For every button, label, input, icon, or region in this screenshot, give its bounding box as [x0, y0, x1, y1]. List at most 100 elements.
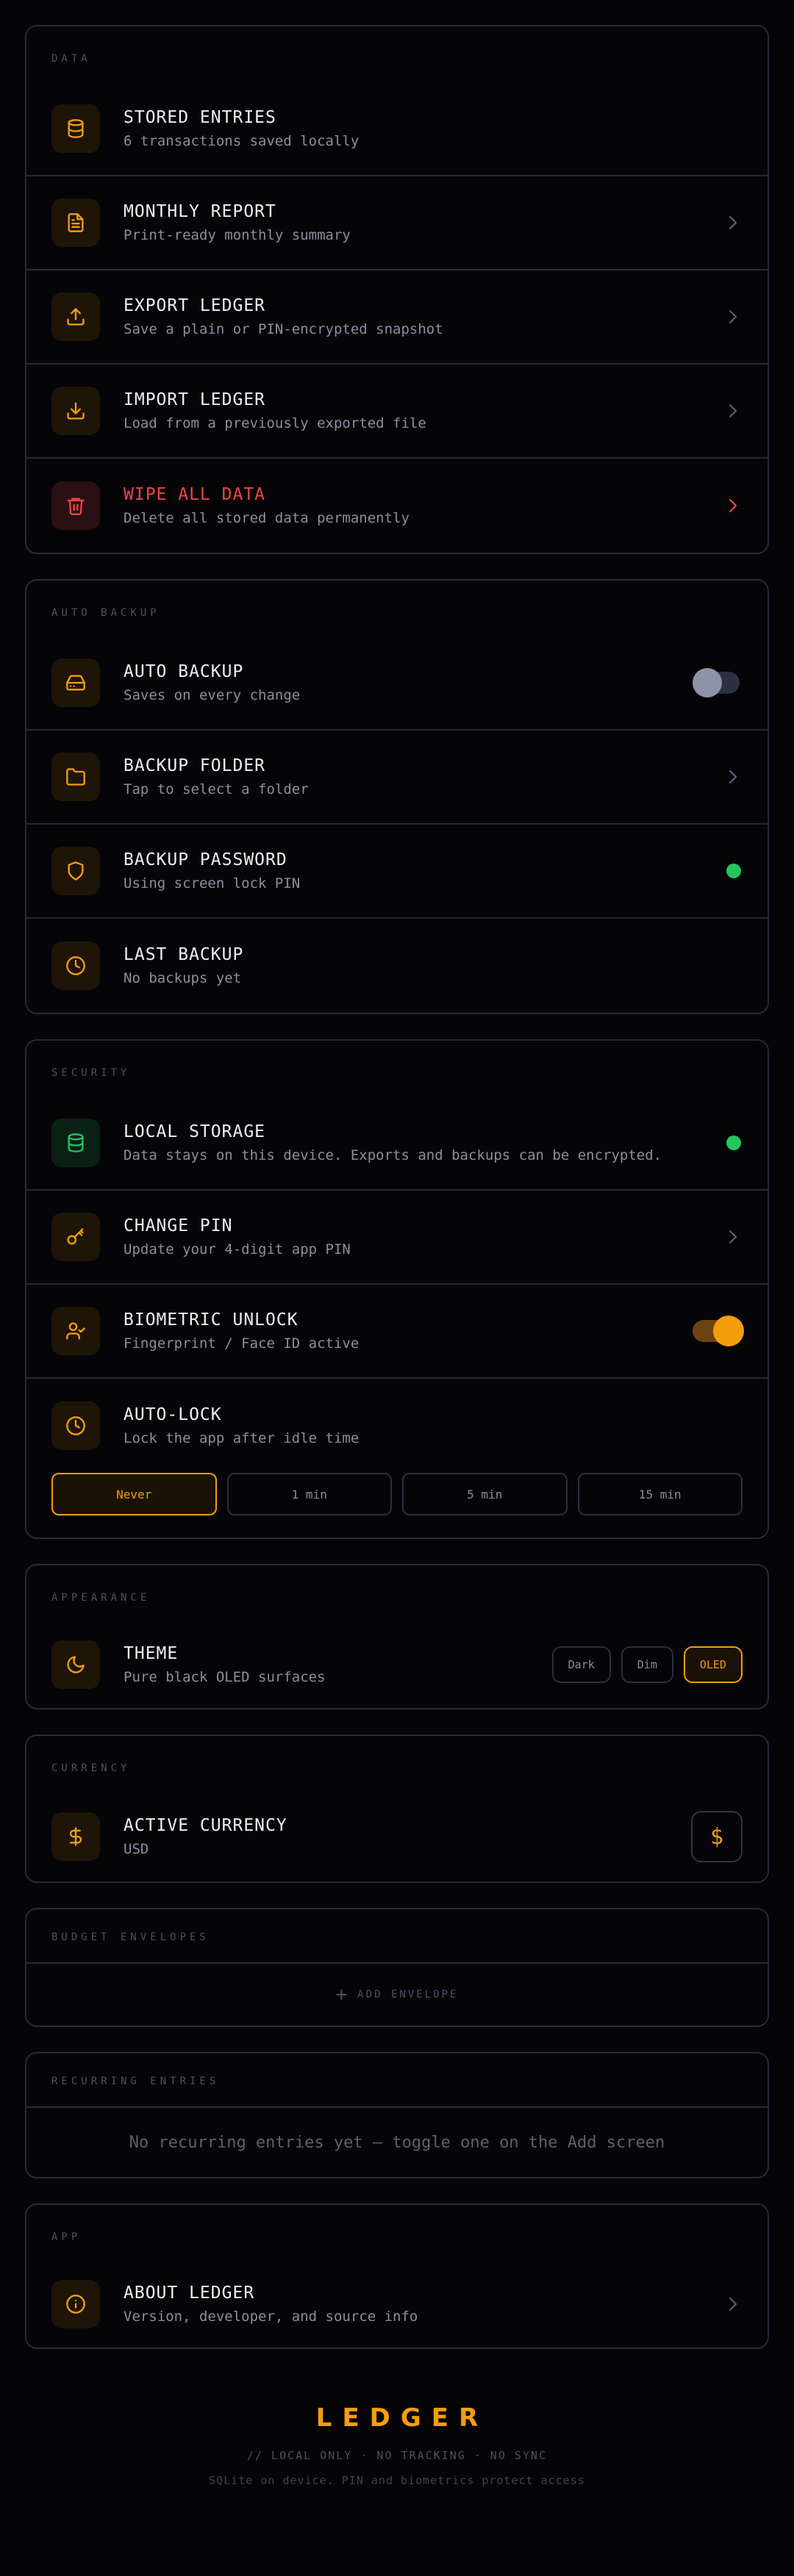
row-title: IMPORT LEDGER: [124, 390, 266, 409]
row-subtitle: Delete all stored data permanently: [124, 510, 409, 526]
theme-option-oled[interactable]: OLED: [683, 1646, 743, 1683]
row-subtitle: Lock the app after idle time: [124, 1430, 360, 1446]
last-backup-row: LAST BACKUP No backups yet: [26, 919, 768, 1013]
active-currency-row: ACTIVE CURRENCY USD $: [26, 1792, 768, 1881]
row-title: BACKUP PASSWORD: [124, 850, 287, 869]
row-title: CHANGE PIN: [124, 1216, 233, 1235]
backup-section: AUTO BACKUP AUTO BACKUP Saves on every c…: [25, 579, 769, 1014]
auto-lock-option-5min[interactable]: 5 min: [402, 1473, 568, 1515]
import-ledger-row[interactable]: IMPORT LEDGER Load from a previously exp…: [26, 365, 768, 459]
status-dot: [726, 1135, 741, 1150]
row-title: BIOMETRIC UNLOCK: [124, 1310, 298, 1330]
security-section: SECURITY LOCAL STORAGE Data stays on thi…: [25, 1039, 769, 1539]
section-title: APPEARANCE: [51, 1592, 151, 1604]
user-check-icon: [51, 1307, 100, 1355]
row-subtitle: Version, developer, and source info: [124, 2308, 418, 2325]
local-storage-row: LOCAL STORAGE Data stays on this device.…: [26, 1097, 768, 1191]
database-icon: [51, 104, 100, 153]
theme-option-dim[interactable]: Dim: [620, 1646, 673, 1683]
auto-lock-options: Never 1 min 5 min 15 min: [26, 1473, 768, 1538]
row-subtitle: Load from a previously exported file: [124, 415, 426, 431]
backup-password-row[interactable]: BACKUP PASSWORD Using screen lock PIN: [26, 825, 768, 919]
folder-icon: [51, 753, 100, 801]
empty-state: No recurring entries yet — toggle one on…: [26, 2106, 768, 2177]
upload-icon: [51, 293, 100, 341]
recurring-section: RECURRING ENTRIES No recurring entries y…: [25, 2052, 769, 2178]
auto-backup-row: AUTO BACKUP Saves on every change: [26, 636, 768, 731]
auto-backup-toggle[interactable]: [693, 668, 740, 697]
row-title: WIPE ALL DATA: [124, 485, 266, 504]
monthly-report-row[interactable]: MONTHLY REPORT Print-ready monthly summa…: [26, 176, 768, 270]
row-subtitle: Using screen lock PIN: [124, 875, 301, 891]
database-icon: [51, 1119, 100, 1167]
row-title: THEME: [124, 1644, 179, 1663]
trash-icon: [51, 481, 100, 530]
auto-lock-option-1min[interactable]: 1 min: [226, 1473, 392, 1515]
theme-option-dark[interactable]: Dark: [551, 1646, 611, 1683]
footer: LEDGER // LOCAL ONLY · NO TRACKING · NO …: [25, 2374, 769, 2487]
currency-symbol-button[interactable]: $: [691, 1811, 743, 1862]
chevron-right-icon: [728, 498, 738, 514]
row-subtitle: Data stays on this device. Exports and b…: [124, 1147, 662, 1163]
chevron-right-icon: [728, 403, 738, 419]
row-title: EXPORT LEDGER: [124, 296, 266, 315]
auto-lock-option-never[interactable]: Never: [51, 1473, 217, 1515]
chevron-right-icon: [728, 1229, 738, 1245]
app-section: APP ABOUT LEDGER Version, developer, and…: [25, 2203, 769, 2349]
footer-note: SQLite on device. PIN and biometrics pro…: [209, 2474, 585, 2487]
section-title: AUTO BACKUP: [51, 607, 160, 619]
chevron-right-icon: [728, 769, 738, 785]
row-title: AUTO-LOCK: [124, 1405, 222, 1424]
change-pin-row[interactable]: CHANGE PIN Update your 4-digit app PIN: [26, 1191, 768, 1285]
row-subtitle: Print-ready monthly summary: [124, 227, 351, 243]
biometric-row: BIOMETRIC UNLOCK Fingerprint / Face ID a…: [26, 1285, 768, 1379]
shield-icon: [51, 847, 100, 895]
section-title: BUDGET ENVELOPES: [51, 1931, 210, 1943]
section-title: SECURITY: [51, 1067, 131, 1079]
wipe-data-row[interactable]: WIPE ALL DATA Delete all stored data per…: [26, 459, 768, 553]
chevron-right-icon: [728, 2296, 738, 2312]
dollar-icon: [51, 1812, 100, 1861]
row-subtitle: USD: [124, 1841, 149, 1857]
row-title: ABOUT LEDGER: [124, 2283, 255, 2303]
envelopes-section: BUDGET ENVELOPES + ADD ENVELOPE: [25, 1908, 769, 2027]
backup-folder-row[interactable]: BACKUP FOLDER Tap to select a folder: [26, 731, 768, 825]
row-subtitle: Save a plain or PIN-encrypted snapshot: [124, 321, 443, 337]
brand-logo: LEDGER: [315, 2403, 489, 2433]
row-title: STORED ENTRIES: [124, 108, 276, 127]
data-section: DATA STORED ENTRIES 6 transactions saved…: [25, 25, 769, 554]
row-title: LAST BACKUP: [124, 945, 244, 964]
biometric-toggle[interactable]: [693, 1316, 744, 1346]
row-subtitle: Fingerprint / Face ID active: [124, 1335, 360, 1352]
theme-row: THEME Pure black OLED surfaces Dark Dim …: [26, 1621, 768, 1708]
section-title: APP: [51, 2231, 82, 2243]
row-subtitle: Saves on every change: [124, 687, 301, 703]
plus-icon: +: [335, 1984, 348, 2006]
row-title: BACKUP FOLDER: [124, 756, 266, 775]
row-title: MONTHLY REPORT: [124, 202, 276, 221]
chevron-right-icon: [728, 309, 738, 325]
row-subtitle: Update your 4-digit app PIN: [124, 1241, 351, 1257]
row-title: ACTIVE CURRENCY: [124, 1816, 287, 1835]
auto-lock-row: AUTO-LOCK Lock the app after idle time: [26, 1379, 768, 1473]
row-subtitle: 6 transactions saved locally: [124, 133, 360, 149]
about-row[interactable]: ABOUT LEDGER Version, developer, and sou…: [26, 2261, 768, 2347]
add-envelope-label: ADD ENVELOPE: [357, 1989, 459, 2001]
footer-tagline: // LOCAL ONLY · NO TRACKING · NO SYNC: [246, 2449, 548, 2462]
moon-icon: [51, 1640, 100, 1689]
section-title: DATA: [51, 53, 91, 65]
row-subtitle: No backups yet: [124, 970, 242, 986]
row-title: LOCAL STORAGE: [124, 1122, 266, 1141]
document-icon: [51, 198, 100, 247]
status-dot: [726, 864, 741, 878]
hard-drive-icon: [51, 659, 100, 707]
row-title: AUTO BACKUP: [124, 662, 244, 681]
clock-icon: [51, 941, 100, 990]
auto-lock-option-15min[interactable]: 15 min: [577, 1473, 743, 1515]
export-ledger-row[interactable]: EXPORT LEDGER Save a plain or PIN-encryp…: [26, 270, 768, 365]
key-icon: [51, 1213, 100, 1261]
row-subtitle: Pure black OLED surfaces: [124, 1669, 326, 1685]
add-envelope-button[interactable]: + ADD ENVELOPE: [26, 1962, 768, 2026]
info-icon: [51, 2280, 100, 2328]
section-title: CURRENCY: [51, 1762, 131, 1774]
